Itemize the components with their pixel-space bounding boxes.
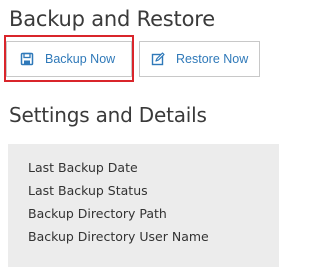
save-icon: [20, 52, 34, 66]
backup-now-button[interactable]: Backup Now: [6, 41, 132, 77]
detail-row-backup-directory-path: Backup Directory Path: [28, 206, 167, 221]
restore-now-button[interactable]: Restore Now: [139, 41, 260, 77]
backup-restore-page: Backup and Restore Backup Now Restore No…: [0, 0, 279, 267]
backup-restore-title: Backup and Restore: [9, 7, 215, 31]
settings-details-title: Settings and Details: [9, 103, 207, 127]
settings-details-panel: Last Backup Date Last Backup Status Back…: [8, 144, 279, 267]
detail-row-backup-directory-user-name: Backup Directory User Name: [28, 229, 209, 244]
edit-icon: [151, 52, 165, 66]
detail-row-last-backup-date: Last Backup Date: [28, 160, 138, 175]
backup-now-label: Backup Now: [45, 52, 116, 66]
detail-row-last-backup-status: Last Backup Status: [28, 183, 148, 198]
restore-now-label: Restore Now: [176, 52, 249, 66]
